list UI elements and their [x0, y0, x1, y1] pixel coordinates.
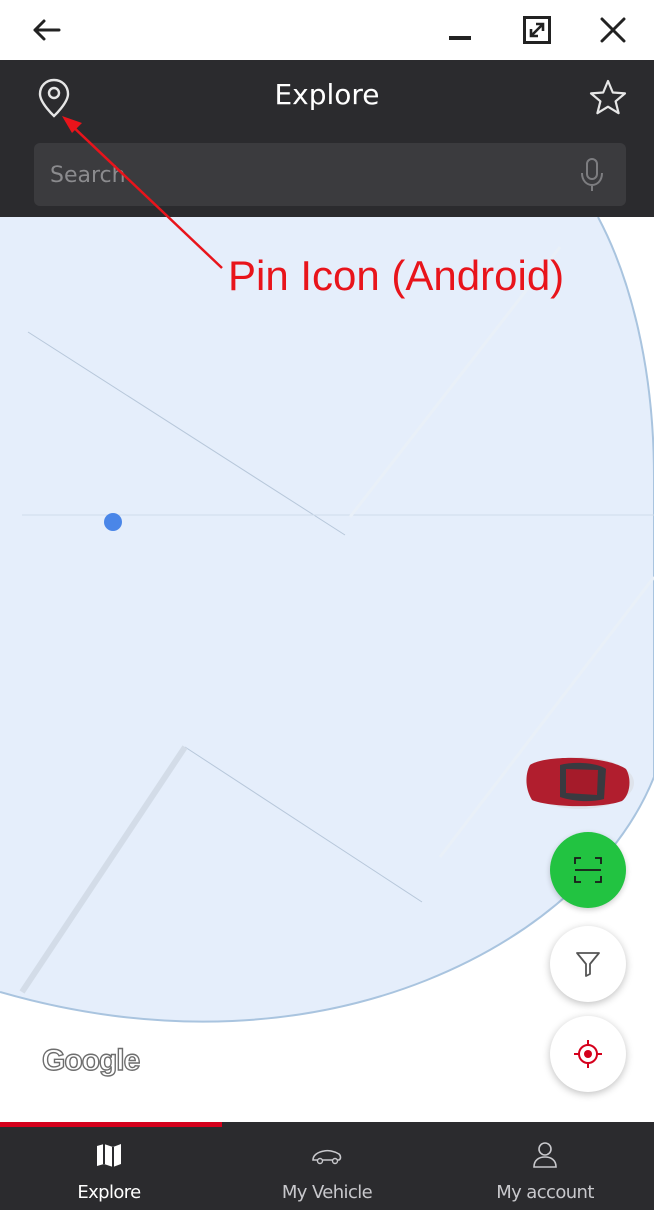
- search-input[interactable]: [48, 143, 552, 208]
- filter-icon: [576, 952, 600, 977]
- scan-button[interactable]: [550, 832, 626, 908]
- page-title: Explore: [274, 78, 380, 111]
- scan-frame-icon: [574, 857, 602, 883]
- favorite-button[interactable]: [586, 76, 630, 120]
- back-button[interactable]: [26, 10, 66, 50]
- crosshair-icon: [574, 1040, 602, 1068]
- expand-icon: [523, 16, 551, 44]
- minimize-icon: [449, 36, 471, 40]
- user-icon: [533, 1142, 557, 1168]
- arrow-left-icon: [33, 19, 61, 41]
- microphone-icon: [581, 158, 603, 191]
- vehicle-marker[interactable]: [526, 757, 634, 809]
- close-icon: [600, 17, 626, 43]
- map-canvas: [0, 217, 654, 1023]
- filter-button[interactable]: [550, 926, 626, 1002]
- tab-explore[interactable]: Explore: [0, 1122, 218, 1210]
- map-icon: [97, 1144, 121, 1167]
- tab-label: My Vehicle: [281, 1182, 373, 1203]
- map-view[interactable]: Google: [0, 217, 654, 1122]
- bottom-navigation: Explore My Vehicle My account: [0, 1122, 654, 1210]
- close-button[interactable]: [593, 10, 633, 50]
- maximize-button[interactable]: [517, 10, 557, 50]
- current-location-dot: [104, 513, 122, 531]
- tab-my-vehicle[interactable]: My Vehicle: [218, 1122, 436, 1210]
- car-icon: [312, 1149, 342, 1165]
- search-bar: [34, 143, 626, 208]
- google-attribution: Google: [41, 1043, 141, 1077]
- annotation-label: Pin Icon (Android): [228, 252, 565, 299]
- locate-me-button[interactable]: [550, 1016, 626, 1092]
- window-title-bar: [0, 0, 654, 60]
- app-header: Explore: [0, 60, 654, 217]
- voice-search-button[interactable]: [578, 157, 606, 193]
- minimize-button[interactable]: [440, 10, 480, 50]
- tab-label: My account: [496, 1182, 594, 1203]
- tab-my-account[interactable]: My account: [436, 1122, 654, 1210]
- tab-label: Explore: [77, 1182, 141, 1203]
- star-icon: [589, 79, 627, 115]
